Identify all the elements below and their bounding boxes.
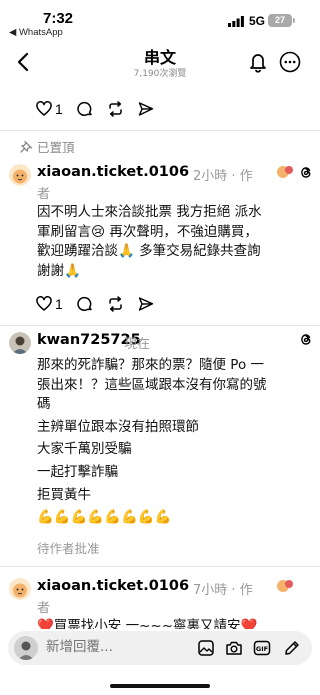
comment-icon xyxy=(77,101,92,116)
status-bar: 7:32 ◀ WhatsApp 5G 27 xyxy=(0,0,320,40)
author-label: 作 xyxy=(239,583,253,598)
home-indicator xyxy=(110,684,210,688)
post-line: 一起打擊詐騙 xyxy=(37,463,118,480)
threads-icon[interactable] xyxy=(298,164,314,180)
like-count: 1 xyxy=(55,101,63,117)
post-line: 拒買黃牛 xyxy=(37,486,91,503)
post-sep: · xyxy=(231,169,236,184)
avatar[interactable] xyxy=(9,164,31,186)
post-line: 💪💪💪💪💪💪💪💪 xyxy=(37,509,172,526)
author-label-wrap: 者 xyxy=(37,601,51,616)
gif-icon[interactable]: GIF xyxy=(253,639,271,657)
post-line: 張出來！？這些區域跟本沒有你寫的號 xyxy=(37,376,267,393)
repost-icon xyxy=(109,296,122,312)
avatar-image xyxy=(9,332,31,354)
post-line: 主辨單位跟本沒有拍照環節 xyxy=(37,418,199,435)
author-label-wrap: 者 xyxy=(37,187,51,202)
heart-icon xyxy=(36,296,52,311)
post-line: ❤️買票找小安 一~~~寧裏又請安❤️ xyxy=(37,618,258,629)
reply-input[interactable] xyxy=(46,639,156,655)
like-button[interactable]: 1 xyxy=(36,101,63,117)
bell-icon[interactable] xyxy=(248,51,268,73)
divider xyxy=(0,130,320,131)
post-username[interactable]: xiaoan.ticket.0106 xyxy=(37,578,189,594)
camera-icon[interactable] xyxy=(225,639,243,657)
network-label: 5G xyxy=(249,14,266,28)
share-icon xyxy=(138,102,153,116)
back-to-app-link[interactable]: ◀ WhatsApp xyxy=(9,27,63,38)
post-sep: · xyxy=(231,583,236,598)
pin-icon xyxy=(20,140,33,153)
share-icon xyxy=(138,297,153,311)
pinned-label: 已置頂 xyxy=(20,137,75,156)
heart-icon xyxy=(36,101,52,116)
post-username[interactable]: xiaoan.ticket.0106 xyxy=(37,164,189,180)
svg-text:GIF: GIF xyxy=(256,645,268,653)
repost-button[interactable] xyxy=(107,296,124,312)
more-icon[interactable] xyxy=(279,51,301,73)
divider xyxy=(0,325,320,326)
avatar-image xyxy=(9,578,31,600)
post-line: 謝謝🙏 xyxy=(37,262,81,279)
post-time: 2小時 xyxy=(193,169,228,184)
post-meta: 7小時 · 作 xyxy=(193,579,253,598)
post-meta: 2小時 · 作 xyxy=(193,165,253,184)
post-time: 現在 xyxy=(124,337,151,352)
avatar[interactable] xyxy=(9,578,31,600)
battery-icon: 27 xyxy=(268,14,295,27)
view-count: 7,190次瀏覽 xyxy=(133,69,187,79)
status-time: 7:32 xyxy=(43,10,74,27)
gallery-icon[interactable] xyxy=(197,639,215,657)
repost-icon xyxy=(109,101,122,117)
repost-button[interactable] xyxy=(107,101,124,117)
comment-button[interactable] xyxy=(77,296,93,312)
signal-icon xyxy=(228,16,244,27)
reply-bar: GIF xyxy=(8,631,312,665)
pinned-text: 已置頂 xyxy=(37,140,75,155)
post-line: 碼 xyxy=(37,396,51,413)
post-actions: 1 xyxy=(36,294,168,314)
header: 串文 7,190次瀏覽 xyxy=(0,40,320,84)
like-count: 1 xyxy=(55,296,63,312)
post-body: ❤️買票找小安 一~~~寧裏又請安❤️ xyxy=(37,617,257,629)
pending-approval-label: 待作者批准 xyxy=(37,541,100,556)
post-line: 那來的死詐騙？那來的票？隨便 Po 一 xyxy=(37,357,265,373)
main-post-actions: 1 xyxy=(36,99,168,119)
author-label: 作 xyxy=(239,169,253,184)
page-title: 串文 xyxy=(143,48,176,67)
avatar-image xyxy=(14,636,38,660)
share-button[interactable] xyxy=(138,101,154,117)
post-time: 7小時 xyxy=(193,583,228,598)
avatar-image xyxy=(9,164,31,186)
edit-icon[interactable] xyxy=(283,639,301,657)
avatar[interactable] xyxy=(9,332,31,354)
emoji-badge-icon xyxy=(277,580,293,592)
avatar xyxy=(14,636,38,660)
like-button[interactable]: 1 xyxy=(36,296,63,312)
divider xyxy=(0,566,320,567)
share-button[interactable] xyxy=(138,296,154,312)
threads-icon[interactable] xyxy=(298,331,314,347)
emoji-badge-icon xyxy=(277,166,293,178)
comment-icon xyxy=(77,296,92,311)
post-body: 那來的死詐騙？那來的票？隨便 Po 一 張出來！？這些區域跟本沒有你寫的號 碼 … xyxy=(37,356,267,528)
post-body: 因不明人士來洽談批票 我方拒絕 派水 軍刷留言😢 再次聲明，不強迫購買， 歡迎踴… xyxy=(37,203,262,281)
post-line: 歡迎踴躍洽談🙏 多筆交易紀錄共查詢 xyxy=(37,243,261,260)
post-line: 大家千萬別受騙 xyxy=(37,441,132,458)
post-line: 軍刷留言😢 再次聲明，不強迫購買， xyxy=(37,223,258,240)
post-line: 因不明人士來洽談批票 我方拒絕 派水 xyxy=(37,204,262,220)
comment-button[interactable] xyxy=(77,101,93,117)
